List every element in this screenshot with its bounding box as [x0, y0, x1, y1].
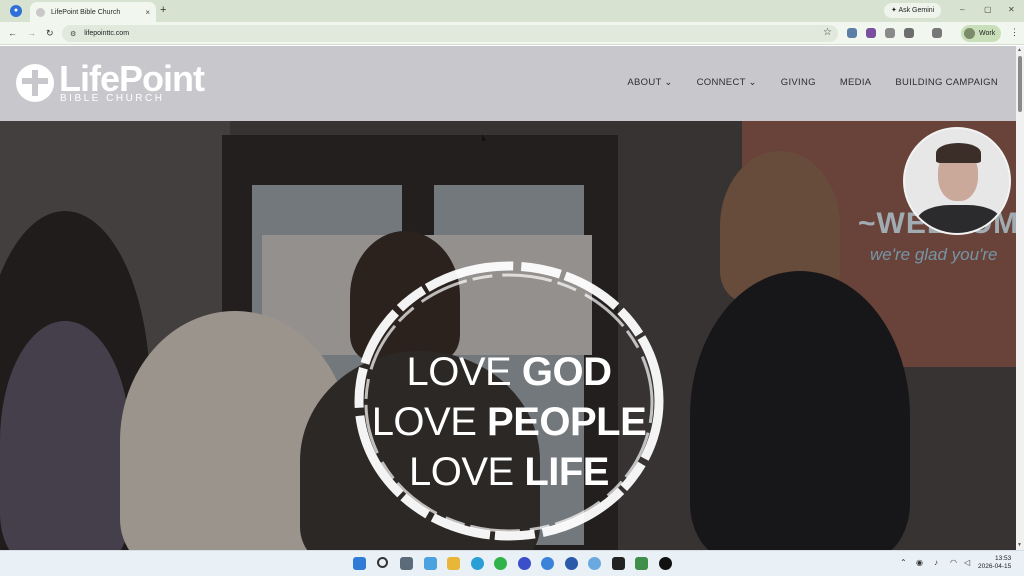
minimize-button[interactable]: –	[960, 5, 964, 14]
search-icon[interactable]	[377, 557, 388, 568]
extension-icon-1[interactable]	[847, 28, 857, 38]
browser-toolbar: ← → ↻ ⚙ lifepointtc.com ☆ Work ⋮	[0, 22, 1024, 45]
taskbar-app-icon-4[interactable]	[565, 557, 578, 570]
close-window-button[interactable]: ✕	[1008, 5, 1015, 14]
scroll-thumb[interactable]	[1018, 56, 1022, 112]
taskbar-app-icon-6[interactable]	[612, 557, 625, 570]
tab-strip: ● LifePoint Bible Church × + ✦ Ask Gemin…	[0, 0, 1024, 22]
tab-lifepoint[interactable]: LifePoint Bible Church ×	[30, 2, 156, 22]
scroll-up-icon[interactable]: ▲	[1017, 47, 1022, 53]
extensions-puzzle-icon[interactable]	[904, 28, 914, 38]
taskbar-app-icon-7[interactable]	[635, 557, 648, 570]
hero-tagline: LOVE GOD LOVE PEOPLE LOVE LIFE	[346, 347, 672, 497]
tagline-line-2-bold: PEOPLE	[487, 400, 647, 444]
reload-icon[interactable]: ↻	[46, 28, 54, 39]
webcam-overlay	[903, 127, 1011, 235]
webcam-person-hair	[936, 143, 981, 163]
nav-media[interactable]: MEDIA	[840, 77, 872, 88]
tray-chevron-icon[interactable]: ⌃	[900, 558, 907, 567]
tagline-line-2-light: LOVE	[371, 400, 488, 444]
webcam-person-body	[917, 205, 1001, 233]
file-explorer-icon[interactable]	[447, 557, 460, 570]
tagline-line-3: LOVE LIFE	[346, 447, 672, 497]
scroll-down-icon[interactable]: ▼	[1017, 542, 1022, 548]
nav-building-campaign[interactable]: BUILDING CAMPAIGN	[895, 77, 998, 88]
site-info-icon[interactable]: ⚙	[70, 30, 76, 38]
tab-title: LifePoint Bible Church	[51, 8, 121, 16]
tagline-line-3-light: LOVE	[408, 450, 525, 494]
hero-section: ~WELCOM we're glad you're LOVE GOD LOVE …	[0, 121, 1016, 550]
taskbar-app-icon-5[interactable]	[588, 557, 601, 570]
profile-icon[interactable]: ●	[10, 5, 22, 17]
tagline-line-3-bold: LIFE	[524, 450, 609, 494]
new-tab-button[interactable]: +	[160, 4, 166, 16]
start-icon[interactable]	[353, 557, 366, 570]
main-nav: ABOUT ⌄ CONNECT ⌄ GIVING MEDIA BUILDING …	[627, 77, 998, 88]
profile-work-button[interactable]: Work	[961, 25, 1001, 42]
tagline-line-1: LOVE GOD	[346, 347, 672, 397]
chevron-down-icon: ⌄	[748, 77, 757, 88]
site-favicon-icon	[36, 7, 45, 17]
ask-gemini-label: Ask Gemini	[898, 7, 935, 14]
tray-app-icon-1[interactable]: ◉	[916, 558, 923, 567]
ask-gemini-button[interactable]: ✦ Ask Gemini	[884, 3, 942, 18]
tagline-line-2: LOVE PEOPLE	[346, 397, 672, 447]
back-arrow-icon[interactable]: ←	[8, 28, 17, 38]
chrome-icon[interactable]	[541, 557, 554, 570]
logo-subtitle: BIBLE CHURCH	[60, 93, 165, 104]
nav-about[interactable]: ABOUT ⌄	[627, 77, 672, 88]
wifi-icon[interactable]: ◠	[950, 558, 957, 567]
os-taskbar: ⌃ ◉ ♪ ◠ ◁ 13:53 2026-04-15	[0, 550, 1024, 576]
system-clock[interactable]: 13:53 2026-04-15	[978, 555, 1011, 571]
nav-connect-label: CONNECT	[696, 77, 746, 88]
maximize-button[interactable]: ▢	[984, 5, 992, 14]
mouse-cursor-icon	[482, 134, 486, 141]
taskbar-app-icon-3[interactable]	[518, 557, 531, 570]
taskbar-app-icon-8[interactable]	[659, 557, 672, 570]
bookmark-star-icon[interactable]: ☆	[823, 27, 832, 38]
forward-arrow-icon[interactable]: →	[27, 28, 36, 38]
tagline-line-1-light: LOVE	[406, 350, 522, 394]
avatar	[964, 28, 975, 39]
nav-giving[interactable]: GIVING	[781, 77, 816, 88]
close-tab-icon[interactable]: ×	[145, 8, 150, 17]
page-scrollbar[interactable]: ▲ ▼	[1016, 46, 1024, 550]
nav-connect[interactable]: CONNECT ⌄	[697, 77, 757, 88]
cross-logo-icon[interactable]	[16, 64, 54, 102]
address-bar[interactable]: ⚙ lifepointtc.com ☆	[62, 25, 838, 42]
taskbar-app-icon-1[interactable]	[400, 557, 413, 570]
whatsapp-icon[interactable]	[494, 557, 507, 570]
tagline-line-1-bold: GOD	[521, 350, 612, 394]
nav-about-label: ABOUT	[627, 77, 662, 88]
chevron-down-icon: ⌄	[664, 77, 673, 88]
profile-label: Work	[979, 30, 996, 37]
extension-icon-2[interactable]	[866, 28, 876, 38]
clock-date: 2026-04-15	[978, 563, 1012, 570]
url-text: lifepointtc.com	[84, 30, 130, 37]
taskbar-app-icon-2[interactable]	[424, 557, 437, 570]
telegram-icon[interactable]	[471, 557, 484, 570]
site-header: LifePoint BIBLE CHURCH ABOUT ⌄ CONNECT ⌄…	[0, 46, 1016, 121]
microphone-icon[interactable]: ♪	[934, 558, 938, 567]
clock-time: 13:53	[994, 555, 1012, 562]
more-menu-icon[interactable]: ⋮	[1010, 27, 1019, 38]
extension-icon-3[interactable]	[885, 28, 895, 38]
volume-icon[interactable]: ◁	[964, 558, 970, 567]
side-panel-icon[interactable]	[932, 28, 942, 38]
